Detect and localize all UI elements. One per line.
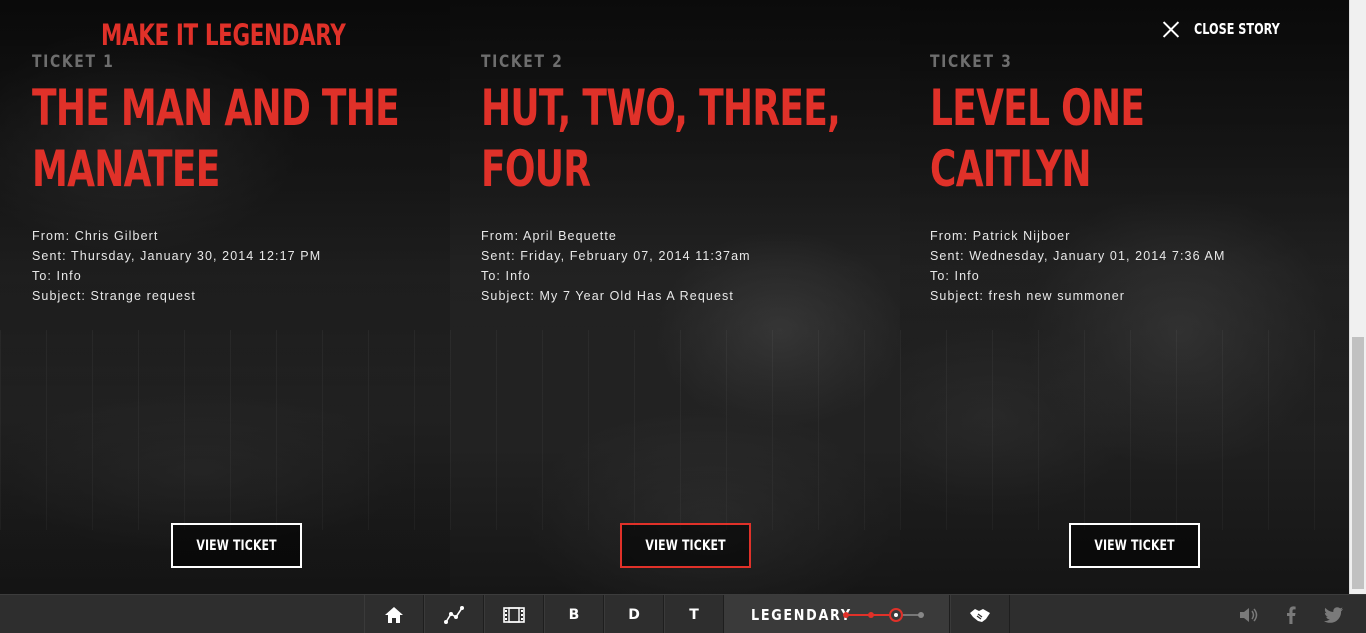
view-ticket-label: VIEW TICKET <box>196 537 277 554</box>
film-icon <box>503 606 525 623</box>
ticket-to: To: Info <box>930 269 980 283</box>
nav-video[interactable] <box>484 595 544 633</box>
scrollbar-thumb[interactable] <box>1352 337 1364 589</box>
nav-timeline[interactable] <box>424 595 484 633</box>
volume-icon <box>1240 607 1258 622</box>
progress-step <box>868 611 874 618</box>
chapter-progress <box>843 607 924 622</box>
view-ticket-button[interactable]: VIEW TICKET <box>620 523 751 568</box>
story-stage: TICKET 1 THE MAN AND THE MANATEE From: C… <box>0 0 1349 594</box>
twitter-icon <box>1323 606 1343 623</box>
ticket-sent: Sent: Friday, February 07, 2014 11:37am <box>481 249 751 263</box>
ticket-content: TICKET 3 LEVEL ONE CAITLYN From: Patrick… <box>930 52 1330 306</box>
chart-line-icon <box>444 605 464 624</box>
nav-home[interactable] <box>364 595 424 633</box>
vertical-scrollbar[interactable] <box>1349 0 1366 594</box>
close-icon <box>1162 20 1180 38</box>
ticket-content: TICKET 2 HUT, TWO, THREE, FOUR From: Apr… <box>481 52 881 306</box>
volume-button[interactable] <box>1228 595 1270 633</box>
ticket-title: THE MAN AND THE MANATEE <box>32 79 400 198</box>
ticket-title: HUT, TWO, THREE, FOUR <box>481 79 841 198</box>
ticket-number: TICKET 3 <box>930 52 1013 72</box>
brand-logo[interactable]: MAKE IT LEGENDARY <box>101 18 346 52</box>
ticket-panel-2: TICKET 2 HUT, TWO, THREE, FOUR From: Apr… <box>450 0 900 594</box>
nav-t[interactable]: T <box>664 595 724 633</box>
legendary-label: LEGENDARY <box>751 605 852 624</box>
nav-legendary[interactable]: LEGENDARY <box>724 595 950 633</box>
ticket-from: From: Chris Gilbert <box>32 229 159 243</box>
ticket-to: To: Info <box>32 269 82 283</box>
nav-handshake[interactable] <box>950 595 1010 633</box>
ticket-meta: From: Chris Gilbert Sent: Thursday, Janu… <box>32 226 432 306</box>
ticket-panel-3: TICKET 3 LEVEL ONE CAITLYN From: Patrick… <box>900 0 1349 594</box>
ticket-panel-1: TICKET 1 THE MAN AND THE MANATEE From: C… <box>0 0 450 594</box>
ticket-from: From: Patrick Nijboer <box>930 229 1071 243</box>
view-ticket-button[interactable]: VIEW TICKET <box>1069 523 1200 568</box>
ticket-subject: Subject: My 7 Year Old Has A Request <box>481 289 734 303</box>
social-links <box>1228 595 1366 633</box>
ticket-subject: Subject: fresh new summoner <box>930 289 1126 303</box>
ticket-sent: Sent: Thursday, January 30, 2014 12:17 P… <box>32 249 322 263</box>
ticket-content: TICKET 1 THE MAN AND THE MANATEE From: C… <box>32 52 432 306</box>
view-ticket-label: VIEW TICKET <box>1094 537 1175 554</box>
ticket-sent: Sent: Wednesday, January 01, 2014 7:36 A… <box>930 249 1226 263</box>
ticket-number: TICKET 2 <box>481 52 564 72</box>
nav-d[interactable]: D <box>604 595 664 633</box>
ticket-from: From: April Bequette <box>481 229 617 243</box>
ticket-meta: From: Patrick Nijboer Sent: Wednesday, J… <box>930 226 1330 306</box>
ticket-title: LEVEL ONE CAITLYN <box>930 79 1145 198</box>
close-story-label: CLOSE STORY <box>1194 20 1280 38</box>
view-ticket-button[interactable]: VIEW TICKET <box>171 523 302 568</box>
ticket-subject: Subject: Strange request <box>32 289 196 303</box>
ticket-meta: From: April Bequette Sent: Friday, Febru… <box>481 226 881 306</box>
ticket-to: To: Info <box>481 269 531 283</box>
bottom-nav-bar: B D T LEGENDARY <box>0 594 1366 633</box>
facebook-link[interactable] <box>1270 595 1312 633</box>
handshake-icon <box>970 608 990 622</box>
chapter-nav: B D T LEGENDARY <box>364 595 1010 633</box>
view-ticket-label: VIEW TICKET <box>645 537 726 554</box>
progress-current-step <box>889 607 903 622</box>
ticket-number: TICKET 1 <box>32 52 115 72</box>
twitter-link[interactable] <box>1312 595 1354 633</box>
close-story-button[interactable]: CLOSE STORY <box>1162 20 1308 38</box>
progress-step <box>843 611 849 618</box>
nav-b[interactable]: B <box>544 595 604 633</box>
facebook-icon <box>1287 605 1296 624</box>
progress-step <box>918 611 924 618</box>
home-icon <box>385 606 403 623</box>
